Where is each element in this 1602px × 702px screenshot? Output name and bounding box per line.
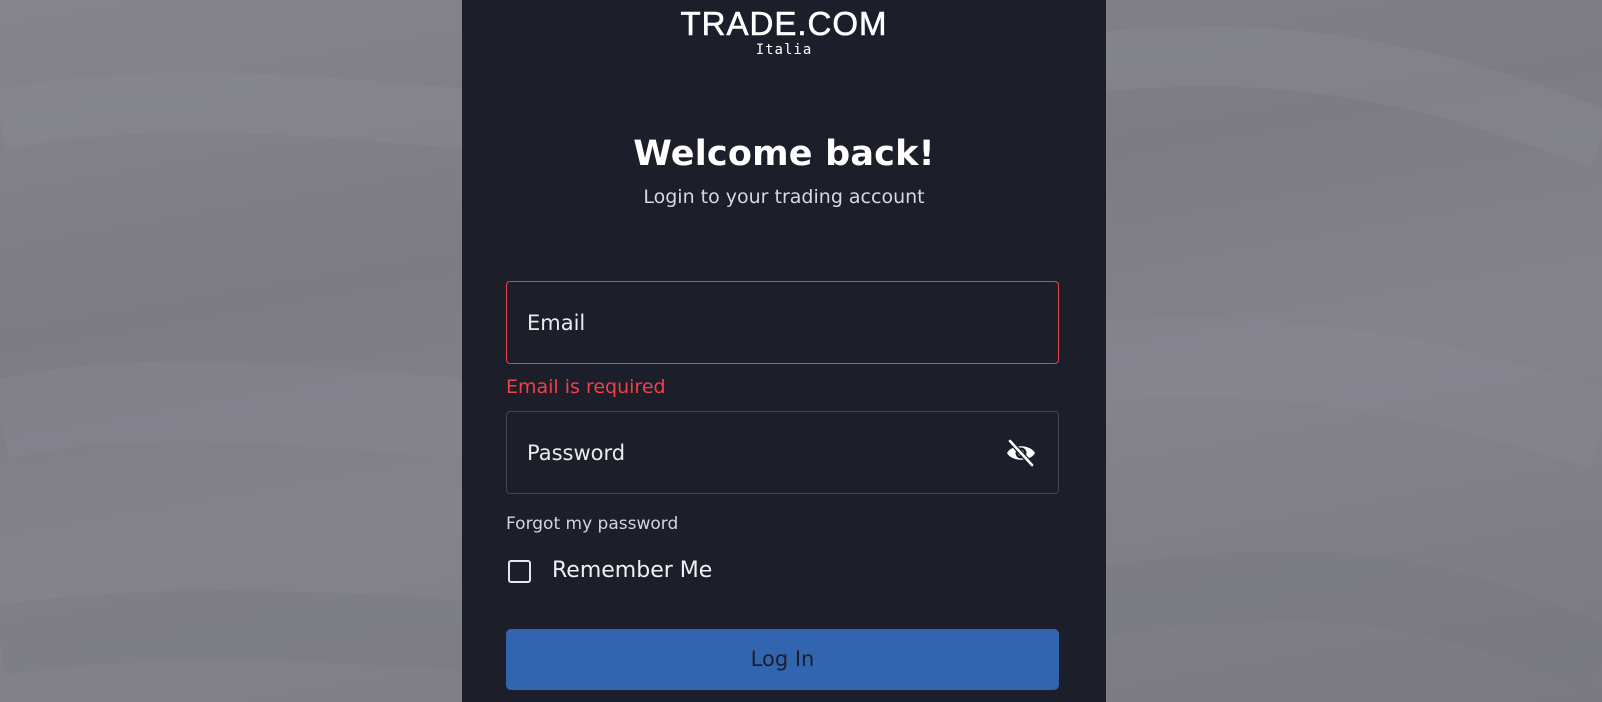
email-field[interactable]: Email — [506, 281, 1059, 364]
brand-logo-text: TRADE.COM — [680, 5, 888, 42]
page-title: Welcome back! — [633, 134, 935, 174]
email-field-label: Email — [527, 311, 586, 335]
remember-me-checkbox[interactable] — [508, 559, 531, 583]
forgot-password-link[interactable]: Forgot my password — [506, 513, 678, 535]
remember-me-option[interactable]: Remember Me — [508, 556, 712, 586]
brand-logo: TRADE.COM Italia — [462, 5, 1106, 58]
brand-region: Italia — [755, 42, 813, 58]
remember-me-label: Remember Me — [552, 558, 713, 583]
password-field[interactable]: Password — [506, 411, 1059, 494]
login-button[interactable]: Log In — [506, 629, 1059, 690]
email-error-message: Email is required — [506, 376, 666, 398]
eye-off-icon[interactable] — [1004, 438, 1038, 468]
password-field-label: Password — [527, 441, 626, 465]
login-panel: TRADE.COM Italia Welcome back! Login to … — [462, 0, 1106, 702]
page-subtitle: Login to your trading account — [643, 186, 925, 208]
